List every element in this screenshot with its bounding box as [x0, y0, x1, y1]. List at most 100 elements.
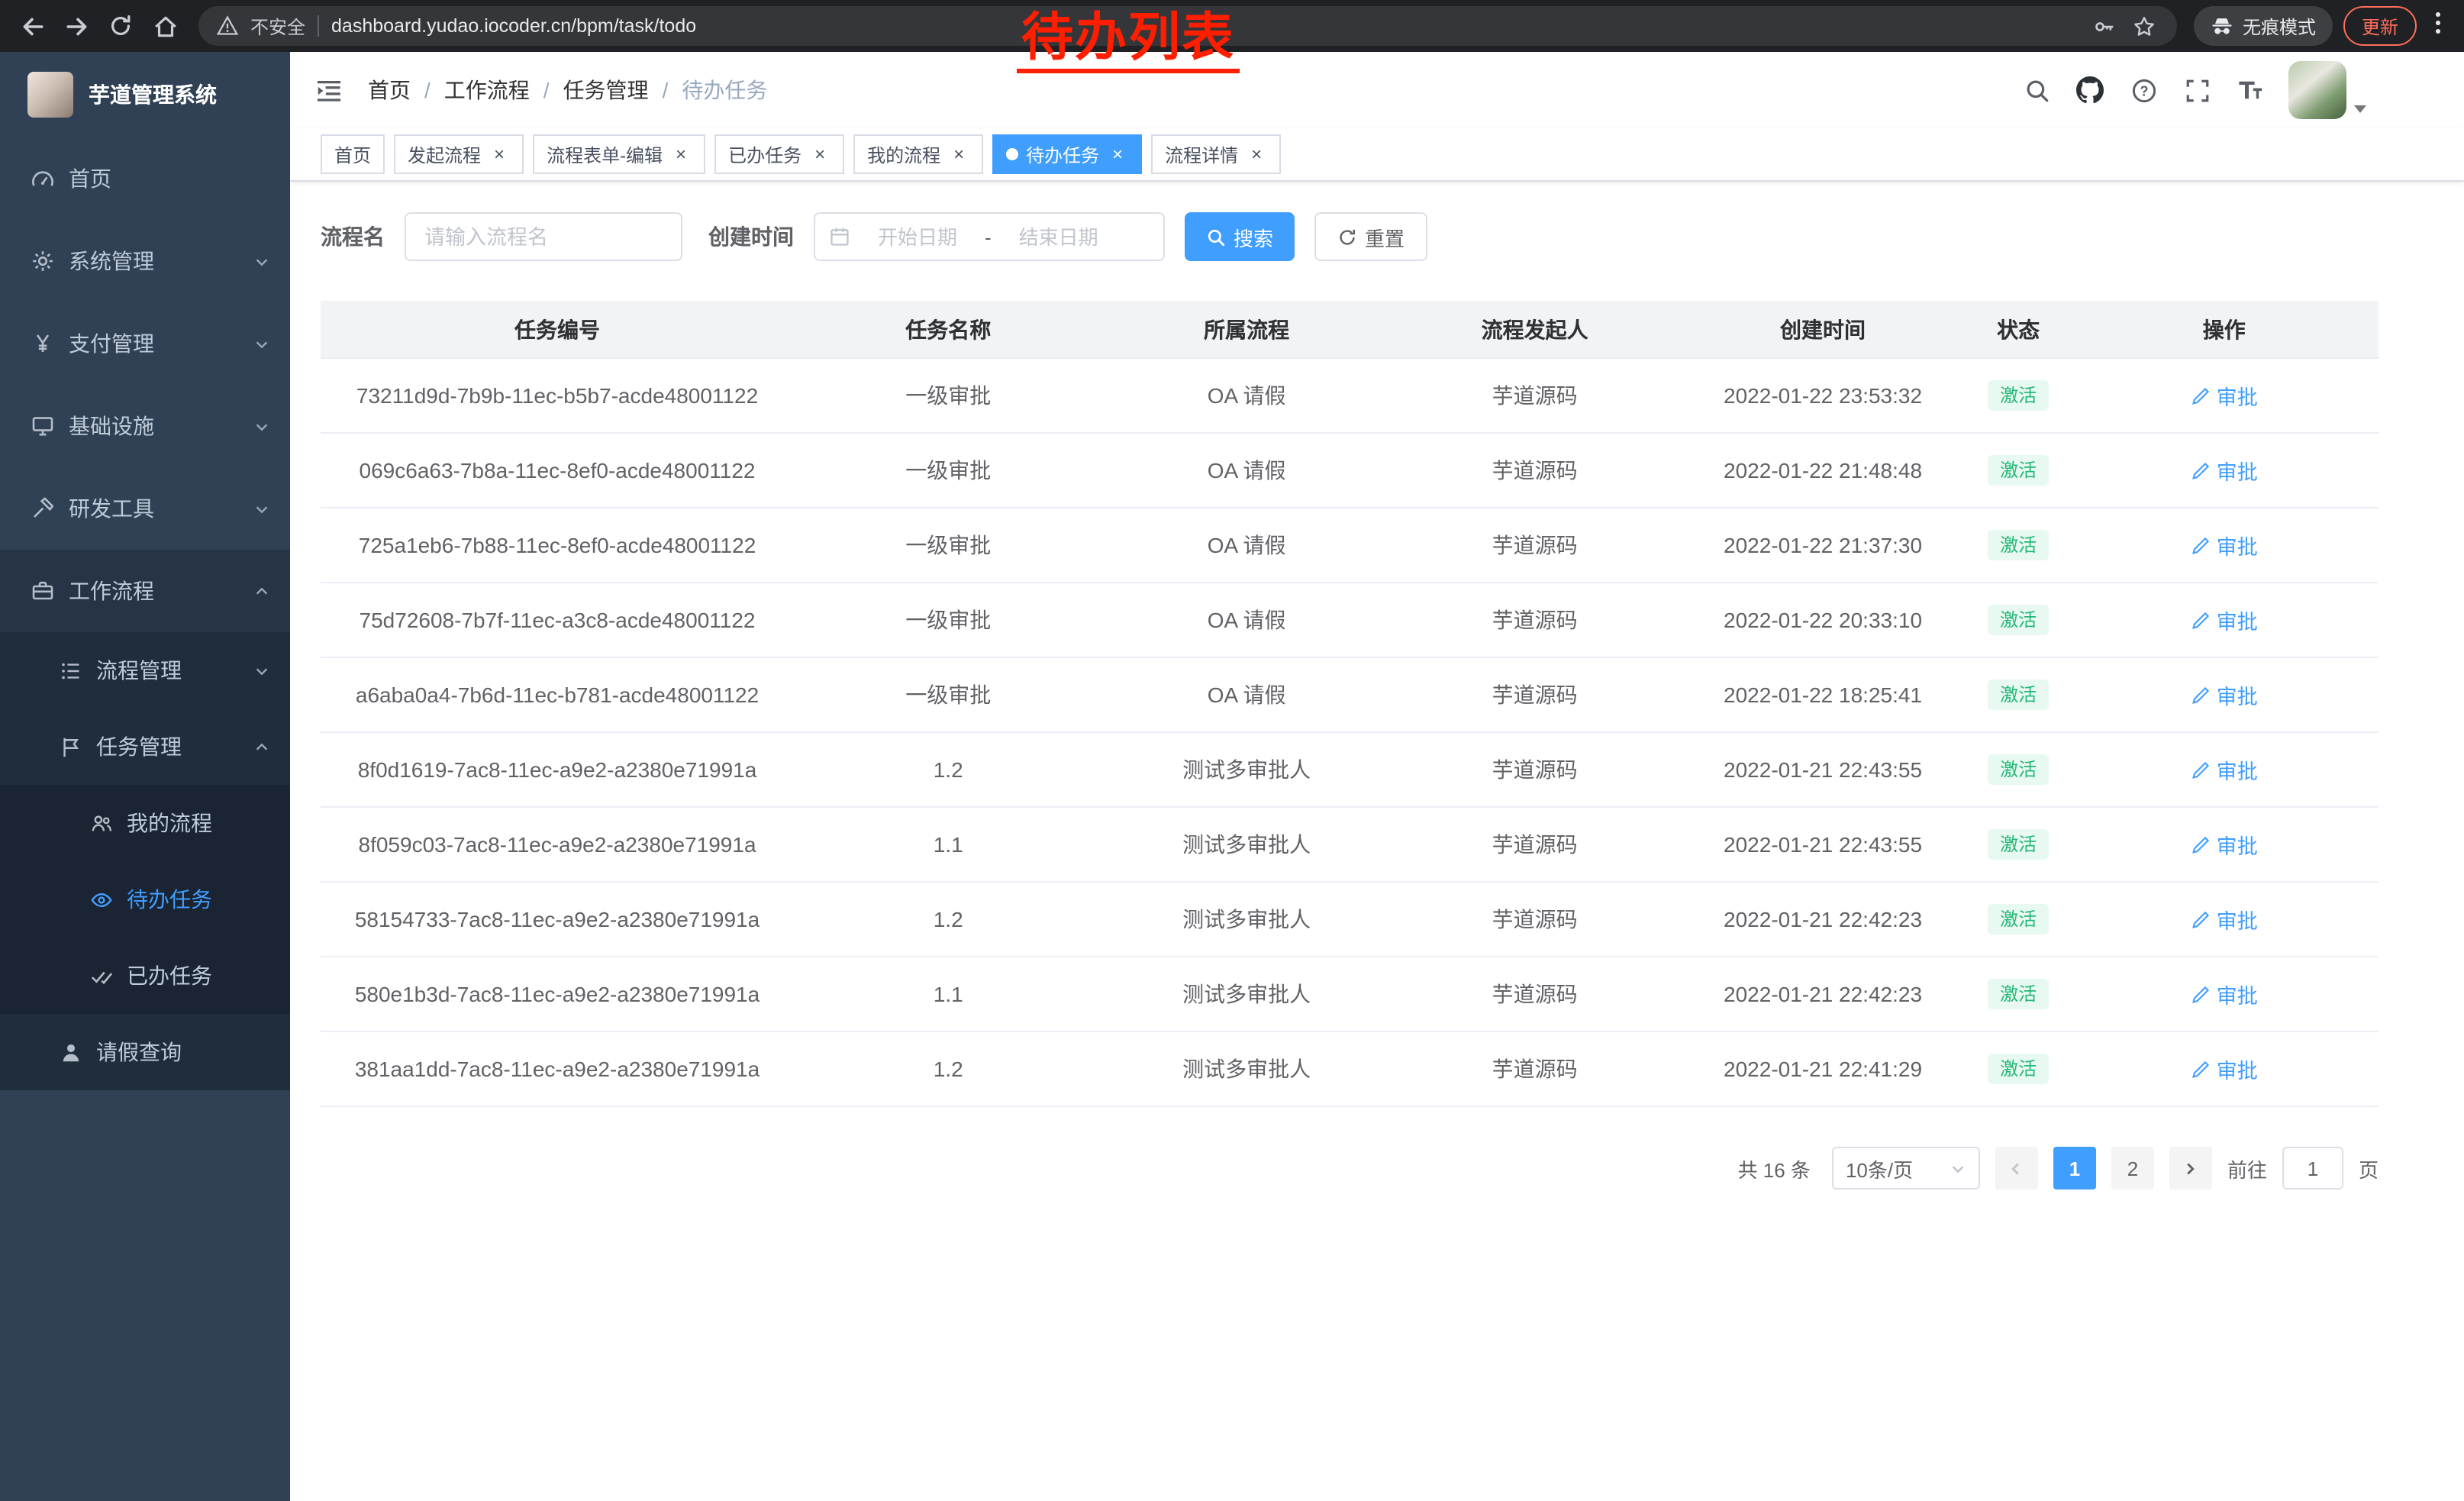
font-size-icon[interactable] [2235, 75, 2266, 105]
approve-link[interactable]: 审批 [2191, 380, 2258, 411]
home-icon[interactable] [148, 9, 182, 43]
created-cell: 2022-01-21 22:41:29 [1679, 1031, 1966, 1106]
tab-done-tasks[interactable]: 已办任务 × [714, 134, 844, 174]
sidebar-item-leave-query[interactable]: 请假查询 [0, 1014, 290, 1090]
update-button[interactable]: 更新 [2343, 6, 2417, 46]
close-icon[interactable]: × [670, 144, 692, 165]
edit-icon [2191, 535, 2211, 555]
created-cell: 2022-01-21 22:42:23 [1679, 957, 1966, 1031]
navbar: 首页 / 工作流程 / 任务管理 / 待办任务 ? [290, 52, 2464, 128]
key-icon[interactable] [2091, 12, 2119, 40]
close-icon[interactable]: × [809, 144, 830, 165]
task-id-cell: 8f0d1619-7ac8-11ec-a9e2-a2380e71991a [321, 732, 794, 807]
reload-icon[interactable] [104, 9, 137, 43]
tab-my-process[interactable]: 我的流程 × [853, 134, 983, 174]
process-cell: OA 请假 [1102, 358, 1390, 433]
initiator-cell: 芋道源码 [1391, 807, 1679, 882]
process-cell: OA 请假 [1102, 508, 1390, 583]
sidebar-item-task-mgmt[interactable]: 任务管理 [0, 709, 290, 785]
security-label[interactable]: 不安全 [250, 13, 305, 39]
sidebar-item-todo-tasks[interactable]: 待办任务 [0, 861, 290, 938]
sidebar-item-done-tasks[interactable]: 已办任务 [0, 938, 290, 1014]
logo: 芋道管理系统 [0, 52, 290, 137]
tab-home[interactable]: 首页 [321, 134, 385, 174]
breadcrumb-workflow[interactable]: 工作流程 [444, 75, 530, 105]
forward-icon[interactable] [60, 9, 93, 43]
status-badge: 激活 [1988, 605, 2049, 635]
back-icon[interactable] [15, 9, 49, 43]
sidebar-item-infrastructure[interactable]: 基础设施 [0, 385, 290, 467]
approve-link[interactable]: 审批 [2191, 530, 2258, 560]
pagination: 共 16 条 10条/页 1 2 前往 页 [321, 1147, 2379, 1190]
approve-link[interactable]: 审批 [2191, 904, 2258, 934]
search-button[interactable]: 搜索 [1185, 212, 1295, 261]
close-icon[interactable]: × [489, 144, 510, 165]
user-menu[interactable] [2288, 61, 2366, 119]
svg-text:?: ? [2139, 82, 2147, 98]
action-cell: 审批 [2070, 583, 2379, 657]
end-date-input[interactable] [996, 224, 1121, 250]
column-header-initiator: 流程发起人 [1391, 301, 1679, 358]
prev-page-button[interactable] [1995, 1147, 2038, 1190]
incognito-badge: 无痕模式 [2194, 6, 2333, 46]
approve-link[interactable]: 审批 [2191, 679, 2258, 710]
page-button-2[interactable]: 2 [2111, 1147, 2154, 1190]
page-size-select[interactable]: 10条/页 [1832, 1147, 1980, 1190]
close-icon[interactable]: × [948, 144, 969, 165]
help-icon[interactable]: ? [2128, 75, 2159, 105]
initiator-cell: 芋道源码 [1391, 433, 1679, 508]
breadcrumb-current: 待办任务 [682, 75, 767, 105]
approve-link[interactable]: 审批 [2191, 829, 2258, 860]
github-icon[interactable] [2075, 75, 2105, 105]
sidebar-item-workflow[interactable]: 工作流程 [0, 550, 290, 632]
table-row: 73211d9d-7b9b-11ec-b5b7-acde48001122 一级审… [321, 358, 2379, 433]
warning-icon [217, 15, 238, 37]
sidebar-item-devtools[interactable]: 研发工具 [0, 467, 290, 550]
breadcrumb-separator: / [424, 78, 431, 102]
approve-link[interactable]: 审批 [2191, 605, 2258, 635]
action-cell: 审批 [2070, 807, 2379, 882]
goto-input[interactable] [2282, 1147, 2343, 1190]
status-cell: 激活 [1967, 433, 2070, 508]
task-table: 任务编号 任务名称 所属流程 流程发起人 创建时间 状态 操作 73211d9d… [321, 301, 2379, 1107]
action-cell: 审批 [2070, 1031, 2379, 1106]
search-icon[interactable] [2021, 75, 2052, 105]
tab-start-process[interactable]: 发起流程 × [394, 134, 524, 174]
next-page-button[interactable] [2169, 1147, 2212, 1190]
breadcrumb-task-mgmt[interactable]: 任务管理 [563, 75, 649, 105]
fullscreen-icon[interactable] [2182, 75, 2212, 105]
hamburger-icon[interactable] [314, 76, 343, 105]
status-badge: 激活 [1988, 904, 2049, 934]
omnibox-divider [318, 15, 319, 37]
action-cell: 审批 [2070, 358, 2379, 433]
tab-todo-tasks[interactable]: 待办任务 × [992, 134, 1142, 174]
tab-form-edit[interactable]: 流程表单-编辑 × [533, 134, 705, 174]
approve-link[interactable]: 审批 [2191, 1054, 2258, 1084]
sidebar-item-process-mgmt[interactable]: 流程管理 [0, 632, 290, 709]
status-cell: 激活 [1967, 508, 2070, 583]
sidebar-item-my-process[interactable]: 我的流程 [0, 785, 290, 861]
page-button-1[interactable]: 1 [2053, 1147, 2096, 1190]
tab-process-detail[interactable]: 流程详情 × [1151, 134, 1281, 174]
browser-menu-icon[interactable] [2427, 10, 2449, 42]
process-name-input[interactable] [405, 212, 682, 261]
approve-link[interactable]: 审批 [2191, 455, 2258, 486]
sidebar-item-payment[interactable]: 支付管理 [0, 302, 290, 385]
approve-link[interactable]: 审批 [2191, 979, 2258, 1009]
start-date-input[interactable] [855, 224, 980, 250]
close-icon[interactable]: × [1246, 144, 1267, 165]
sidebar-item-home[interactable]: 首页 [0, 137, 290, 220]
column-header-status: 状态 [1967, 301, 2070, 358]
bookmark-star-icon[interactable] [2131, 12, 2159, 40]
sidebar-item-system[interactable]: 系统管理 [0, 220, 290, 302]
reset-button[interactable]: 重置 [1314, 212, 1427, 261]
eye-icon [89, 887, 113, 912]
table-row: 75d72608-7b7f-11ec-a3c8-acde48001122 一级审… [321, 583, 2379, 657]
initiator-cell: 芋道源码 [1391, 732, 1679, 807]
date-range-picker[interactable]: - [814, 212, 1165, 261]
avatar[interactable] [2288, 61, 2346, 119]
close-icon[interactable]: × [1107, 144, 1128, 165]
approve-link[interactable]: 审批 [2191, 754, 2258, 785]
breadcrumb-home[interactable]: 首页 [368, 75, 411, 105]
status-badge: 激活 [1988, 979, 2049, 1009]
